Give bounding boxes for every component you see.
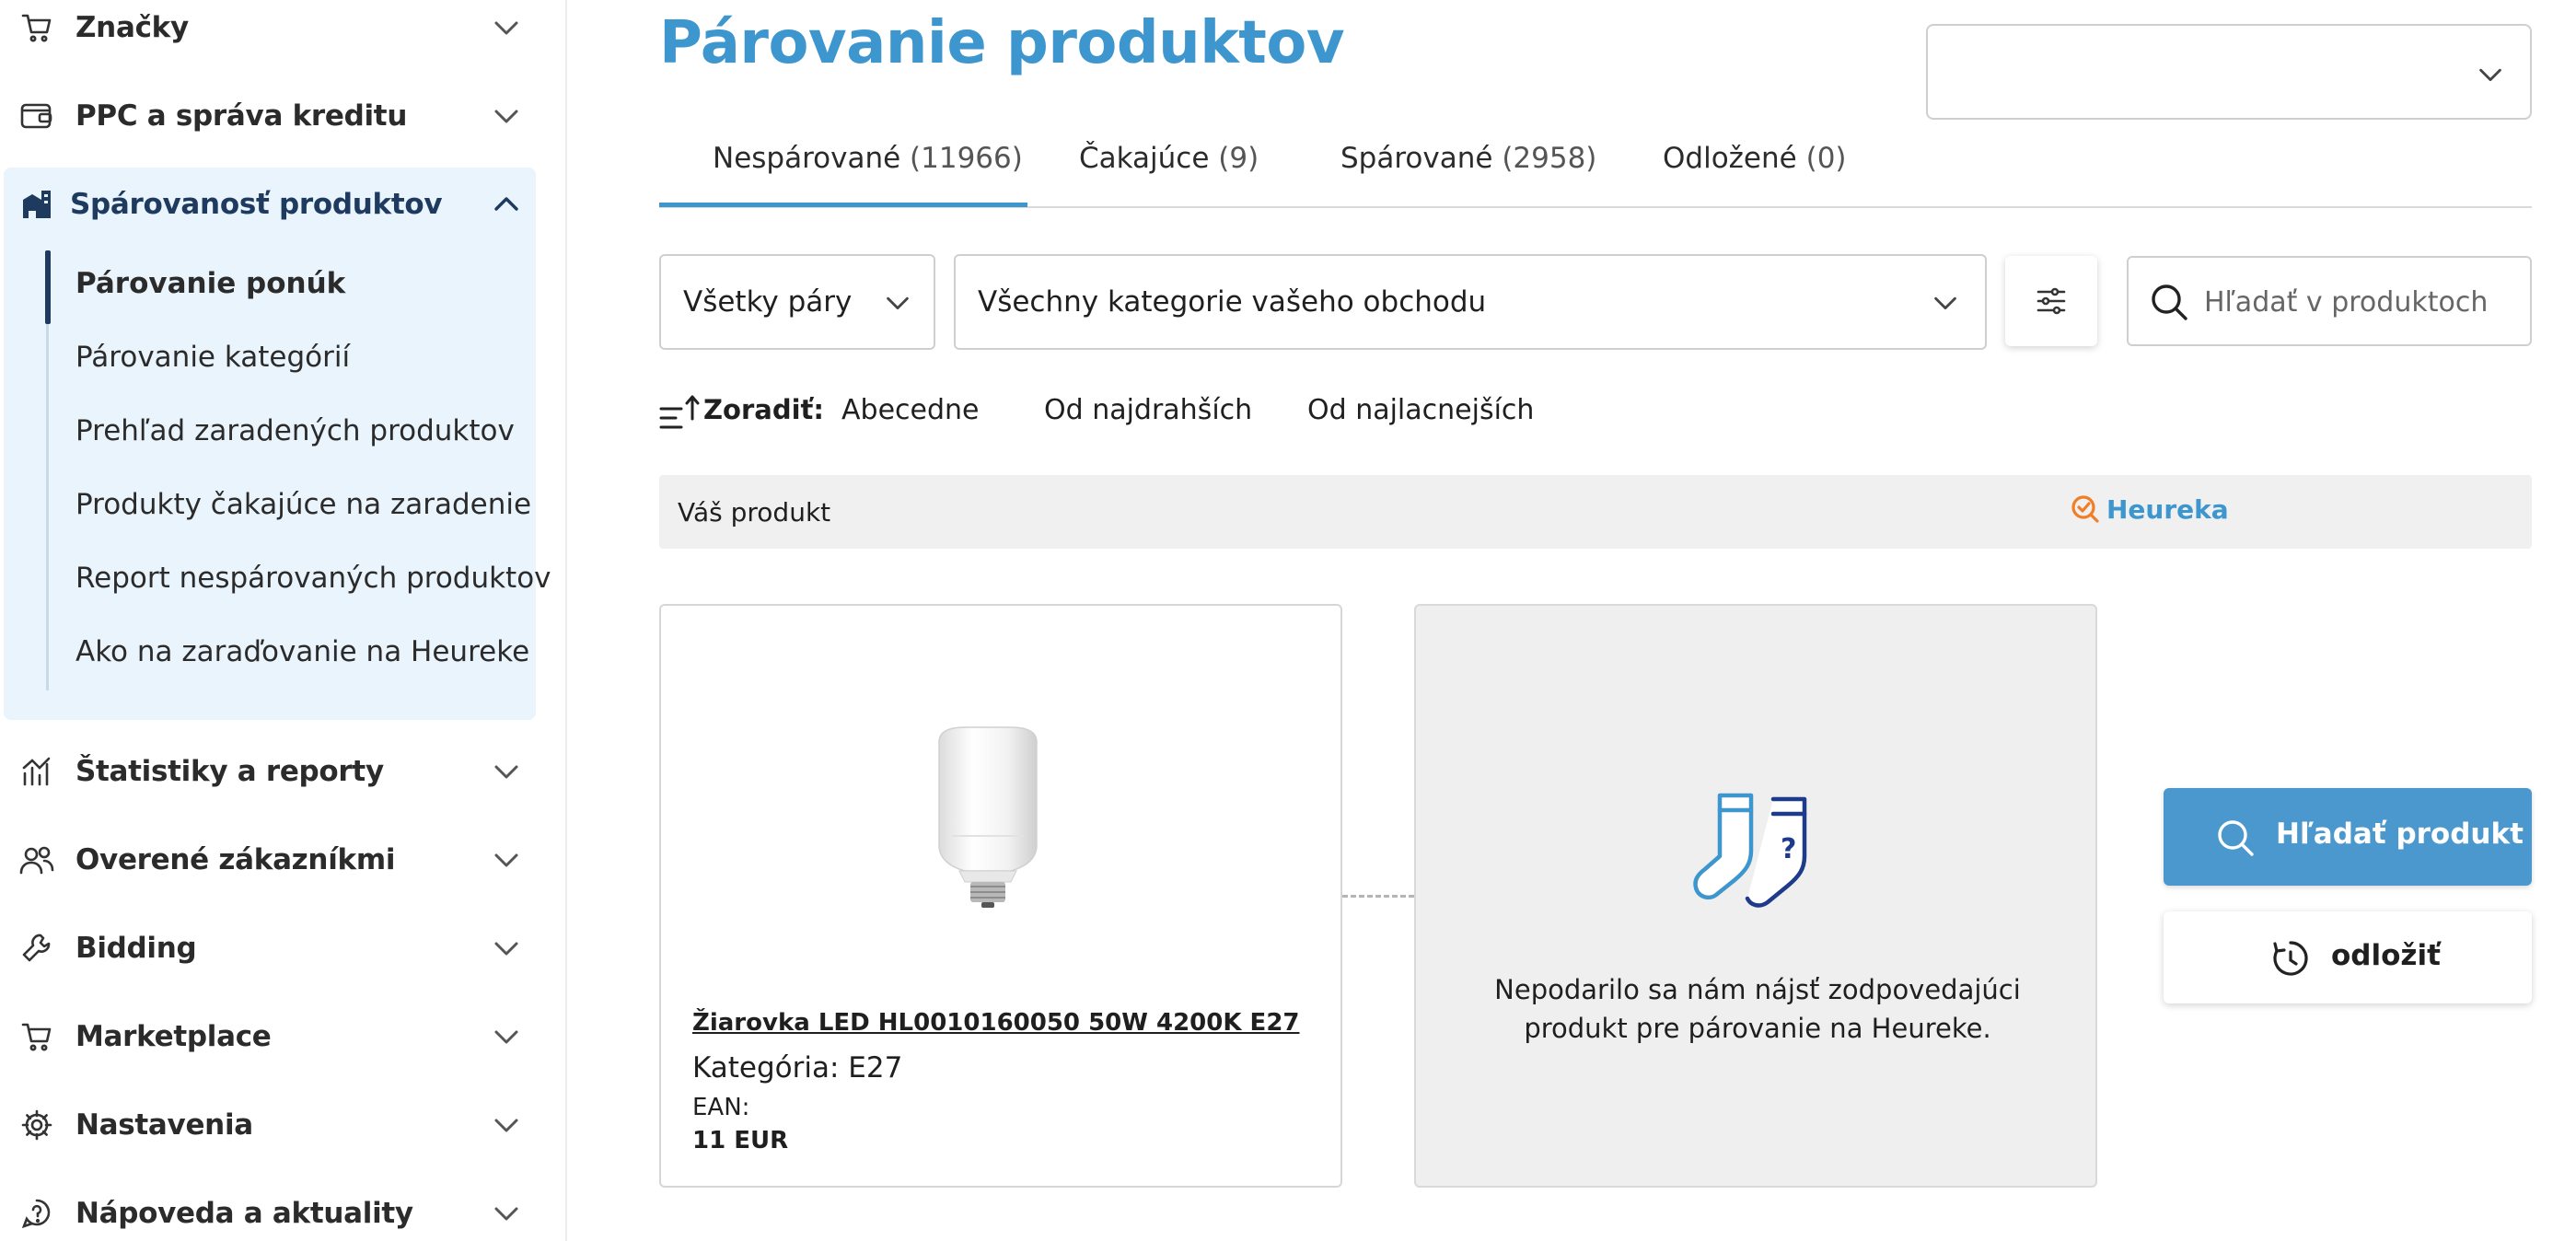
postpone-button[interactable]: odložiť [2164, 911, 2532, 1003]
results-header: Váš produkt Heureka [659, 475, 2532, 549]
tab-count: (0) [1805, 142, 1847, 175]
sidebar-item-label: Spárovanosť produktov [70, 188, 443, 221]
tab-pending[interactable]: Čakajúce (9) [1079, 142, 1259, 175]
wallet-icon [18, 98, 55, 134]
tab-count: (9) [1218, 142, 1259, 175]
tab-count: (2958) [1502, 142, 1597, 175]
sidebar: Značky PPC a správa kreditu Spárovanosť … [0, 0, 567, 1241]
search-product-label: Hľadať produkt [2276, 818, 2524, 851]
sidebar-item-label: Nápoveda a aktuality [75, 1197, 413, 1230]
heureka-header-label: Heureka [2106, 493, 2229, 525]
no-match-message: Nepodarilo sa nám nájsť zodpovedajúci pr… [1494, 974, 2021, 1044]
tab-active-indicator [659, 203, 1027, 207]
search-icon [2152, 284, 2187, 320]
postpone-label: odložiť [2331, 939, 2441, 972]
sidebar-item-ppc[interactable]: PPC a správa kreditu [0, 72, 552, 160]
tab-paired[interactable]: Spárované (2958) [1340, 142, 1596, 175]
subitem-category-pairing[interactable]: Párovanie kategórií [75, 341, 350, 374]
sidebar-item-label: Marketplace [75, 1020, 272, 1053]
chevron-down-icon [494, 1030, 518, 1044]
chevron-down-icon [494, 853, 518, 867]
tab-count: (11966) [910, 142, 1023, 175]
category-filter-select[interactable]: Všechny kategorie vašeho obchodu [954, 254, 1987, 350]
sidebar-item-brands[interactable]: Značky [0, 0, 552, 72]
sliders-icon [2036, 287, 2066, 315]
chevron-up-icon [494, 197, 518, 211]
your-product-header: Váš produkt [678, 497, 831, 528]
sidebar-item-label: Značky [75, 11, 189, 44]
tab-unpaired[interactable]: Nespárované (11966) [713, 142, 1023, 175]
product-search [2127, 256, 2532, 346]
sort-label: Zoradiť: [703, 394, 824, 425]
subitem-offer-pairing[interactable]: Párovanie ponúk [75, 267, 345, 300]
chevron-down-icon [494, 110, 518, 123]
tab-label: Nespárované [713, 142, 901, 175]
sort-alphabetical[interactable]: Abecedne [841, 394, 980, 426]
sidebar-item-statistics[interactable]: Štatistiky a reporty [0, 727, 552, 816]
product-image [938, 726, 1038, 908]
chevron-down-icon [494, 1207, 518, 1221]
chevron-down-icon [494, 21, 518, 35]
chevron-down-icon [2479, 68, 2501, 82]
gear-icon [18, 1107, 55, 1143]
heureka-header: Heureka [2070, 493, 2229, 525]
category-filter-value: Všechny kategorie vašeho obchodu [978, 285, 1487, 319]
chevron-down-icon [494, 765, 518, 779]
sidebar-item-settings[interactable]: Nastavenia [0, 1081, 552, 1169]
sidebar-item-label: Nastavenia [75, 1108, 253, 1142]
subitem-assigned-overview[interactable]: Prehľad zaradených produktov [75, 414, 515, 447]
sort-icon [659, 395, 700, 429]
buildings-icon [18, 186, 55, 223]
search-input[interactable] [2204, 276, 2517, 328]
pairs-filter-value: Všetky páry [683, 285, 853, 319]
users-icon [18, 841, 55, 878]
sort-cheapest[interactable]: Od najlacnejších [1307, 394, 1534, 426]
pairs-filter-select[interactable]: Všetky páry [659, 254, 935, 350]
tab-bar: Nespárované (11966) Čakajúce (9) Spárova… [659, 129, 2532, 208]
heureka-logo-icon [2071, 495, 2099, 523]
chevron-down-icon [494, 942, 518, 956]
tab-postponed[interactable]: Odložené (0) [1663, 142, 1847, 175]
search-product-button[interactable]: Hľadať produkt [2164, 788, 2532, 886]
sidebar-item-help[interactable]: Nápoveda a aktuality [0, 1169, 552, 1241]
subitem-how-to[interactable]: Ako na zaraďovanie na Heureke [75, 635, 529, 668]
page-title: Párovanie produktov [659, 9, 1345, 77]
tab-label: Odložené [1663, 142, 1797, 175]
sidebar-item-bidding[interactable]: Bidding [0, 904, 552, 992]
shop-select[interactable] [1926, 24, 2532, 120]
chevron-down-icon [887, 296, 909, 310]
sidebar-item-label: Štatistiky a reporty [75, 755, 384, 788]
sidebar-item-marketplace[interactable]: Marketplace [0, 992, 552, 1081]
product-ean: EAN: [692, 1094, 750, 1121]
tab-label: Spárované [1340, 142, 1493, 175]
tab-label: Čakajúce [1079, 142, 1210, 175]
product-category: Kategória: E27 [692, 1051, 903, 1084]
product-name-link[interactable]: Žiarovka LED HL0010160050 50W 4200K E27 [692, 1009, 1300, 1037]
filter-settings-button[interactable] [2005, 256, 2097, 346]
socks-icon: ? [1693, 793, 1807, 908]
chevron-down-icon [494, 1119, 518, 1132]
sidebar-item-product-pairing[interactable]: Spárovanosť produktov [0, 160, 552, 249]
submenu-rail-active [45, 250, 51, 324]
cart-icon [18, 1018, 55, 1055]
timer-icon [2273, 941, 2308, 976]
help-icon [18, 1195, 55, 1232]
sidebar-item-label: PPC a správa kreditu [75, 99, 408, 133]
sidebar-item-label: Overené zákazníkmi [75, 843, 396, 876]
subitem-unpaired-report[interactable]: Report nespárovaných produktov [75, 562, 551, 595]
no-match-card: ? Nepodarilo sa nám nájsť zodpovedajúci … [1414, 604, 2097, 1188]
sort-most-expensive[interactable]: Od najdrahších [1044, 394, 1252, 426]
sidebar-item-label: Bidding [75, 932, 197, 965]
product-price: 11 EUR [692, 1127, 789, 1154]
subitem-pending-products[interactable]: Produkty čakajúce na zaradenie [75, 488, 531, 521]
search-icon [2218, 820, 2254, 856]
wrench-icon [18, 930, 55, 967]
chart-icon [18, 753, 55, 790]
chevron-down-icon [1934, 296, 1956, 310]
product-card: Žiarovka LED HL0010160050 50W 4200K E27 … [659, 604, 1342, 1188]
cart-icon [18, 9, 55, 46]
pair-connector [1342, 895, 1414, 898]
svg-text:?: ? [1781, 833, 1796, 865]
sidebar-item-verified[interactable]: Overené zákazníkmi [0, 816, 552, 904]
